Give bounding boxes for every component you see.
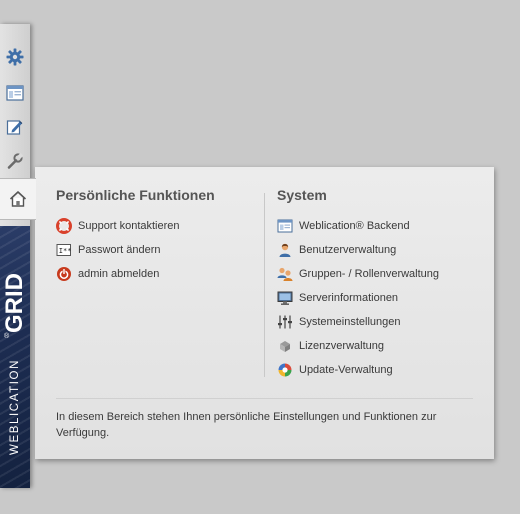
- password-icon: I**: [56, 242, 72, 258]
- personal-functions-title: Persönliche Funktionen: [56, 187, 215, 203]
- tools-button[interactable]: [0, 144, 30, 178]
- system-title: System: [277, 187, 327, 203]
- license-management-label: Lizenzverwaltung: [299, 340, 384, 352]
- user-icon: [277, 242, 293, 258]
- user-management-label: Benutzerverwaltung: [299, 244, 397, 256]
- system-menu: Weblication® Backend Benutzerverwaltung: [277, 214, 439, 382]
- home-menu-panel: Persönliche Funktionen System Support ko…: [35, 167, 494, 459]
- update-management-label: Update-Verwaltung: [299, 364, 393, 376]
- side-toolbar: GRID ® WEBLICATION: [0, 24, 36, 488]
- logout-label: admin abmelden: [78, 268, 160, 280]
- personal-menu: Support kontaktieren I** Passwort ändern: [56, 214, 180, 286]
- update-icon: [277, 362, 293, 378]
- sliders-icon: [277, 314, 293, 330]
- support-contact-link[interactable]: Support kontaktieren: [56, 214, 180, 238]
- server-info-label: Serverinformationen: [299, 292, 399, 304]
- change-password-link[interactable]: I** Passwort ändern: [56, 238, 180, 262]
- svg-text:I**: I**: [59, 247, 72, 255]
- home-icon: [9, 190, 27, 208]
- window-icon: [6, 85, 24, 101]
- brand-registered-mark: ®: [4, 333, 10, 340]
- group-role-management-link[interactable]: Gruppen- / Rollenverwaltung: [277, 262, 439, 286]
- wrench-icon: [6, 152, 24, 170]
- user-management-link[interactable]: Benutzerverwaltung: [277, 238, 439, 262]
- group-icon: [277, 266, 293, 282]
- backend-label: Weblication® Backend: [299, 220, 410, 232]
- system-settings-label: Systemeinstellungen: [299, 316, 401, 328]
- update-management-link[interactable]: Update-Verwaltung: [277, 358, 439, 382]
- group-role-management-label: Gruppen- / Rollenverwaltung: [299, 268, 440, 280]
- column-divider: [264, 193, 265, 377]
- backend-link[interactable]: Weblication® Backend: [277, 214, 439, 238]
- system-settings-link[interactable]: Systemeinstellungen: [277, 310, 439, 334]
- panel-info-text: In diesem Bereich stehen Ihnen persönlic…: [56, 411, 437, 439]
- logout-link[interactable]: admin abmelden: [56, 262, 180, 286]
- edit-button[interactable]: [0, 110, 30, 144]
- window-button[interactable]: [0, 76, 30, 110]
- support-contact-label: Support kontaktieren: [78, 220, 180, 232]
- backend-window-icon: [277, 218, 293, 234]
- power-icon: [56, 266, 72, 282]
- license-management-link[interactable]: Lizenzverwaltung: [277, 334, 439, 358]
- panel-separator: [56, 398, 473, 399]
- brand-logo: GRID ® WEBLICATION: [0, 226, 30, 488]
- server-info-link[interactable]: Serverinformationen: [277, 286, 439, 310]
- settings-button[interactable]: [0, 40, 30, 74]
- lifebuoy-icon: [56, 218, 72, 234]
- brand-weblication-label: WEBLICATION: [9, 359, 21, 455]
- brand-grid-label: GRID: [1, 273, 28, 333]
- license-icon: [277, 338, 293, 354]
- change-password-label: Passwort ändern: [78, 244, 161, 256]
- edit-icon: [6, 118, 24, 136]
- monitor-icon: [277, 290, 293, 306]
- home-button[interactable]: [0, 178, 36, 220]
- gear-icon: [6, 48, 24, 66]
